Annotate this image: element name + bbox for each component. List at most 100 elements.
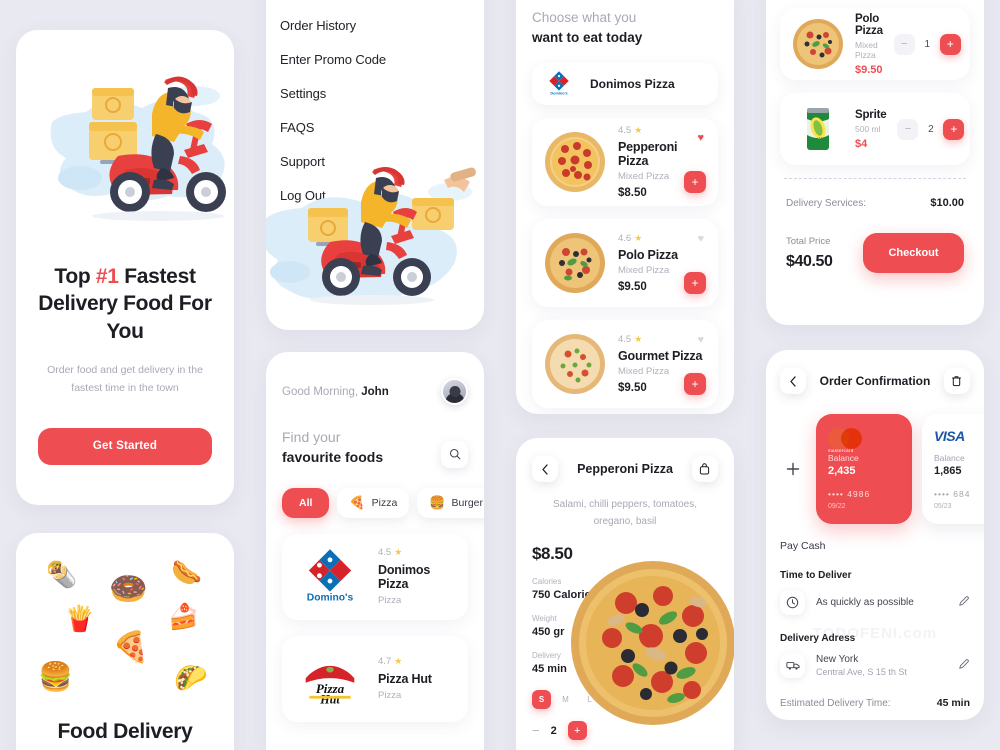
onboarding-card: Top #1 Fastest Delivery Food For You Ord…: [16, 30, 234, 505]
truck-icon: [785, 661, 800, 670]
chip-burger[interactable]: 🍔 Burger: [417, 487, 484, 518]
favourite-heart-icon[interactable]: ♥: [697, 132, 704, 144]
choose-line-2: want to eat today: [532, 29, 643, 45]
search-button[interactable]: [441, 440, 468, 468]
checkout-button[interactable]: Checkout: [863, 233, 964, 273]
increase-quantity-button[interactable]: +: [939, 33, 961, 55]
cart-card: Polo Pizza Mixed Pizza $9.50 − 1 + Sprit…: [766, 0, 984, 325]
polo-pizza-image: [544, 232, 606, 294]
time-to-deliver-row[interactable]: As quickly as possible: [780, 590, 970, 615]
add-card-button[interactable]: [780, 456, 806, 482]
cart-item-quantity: 2: [928, 123, 934, 135]
decrease-quantity-button[interactable]: −: [897, 118, 919, 140]
size-option-s[interactable]: S: [532, 690, 551, 709]
estimated-delivery-value: 45 min: [936, 697, 970, 709]
card-number: •••• 684: [934, 489, 984, 499]
delete-button[interactable]: [943, 368, 970, 394]
address-street: Central Ave, S 15 th St: [816, 667, 907, 677]
shopping-bag-icon: [700, 463, 710, 475]
chip-pizza[interactable]: 🍕 Pizza: [337, 487, 410, 518]
delivery-fee-value: $10.00: [930, 197, 964, 209]
menu-item-faqs[interactable]: FAQS: [280, 110, 470, 144]
cake-icon: 🍰: [168, 603, 200, 631]
favourite-heart-icon[interactable]: ♥: [697, 233, 704, 245]
pepperoni-pizza-image: [544, 131, 606, 193]
delivery-address-row[interactable]: New York Central Ave, S 15 th St: [780, 653, 970, 678]
side-menu-card: Order History Enter Promo Code Settings …: [266, 0, 484, 330]
chip-all[interactable]: All: [282, 487, 330, 518]
detail-header: Pepperoni Pizza: [532, 456, 718, 482]
confirmation-header: Order Confirmation: [780, 368, 970, 394]
bag-button[interactable]: [691, 456, 718, 482]
gourmet-pizza-image: [544, 333, 606, 395]
pizza-card-gourmet[interactable]: 4.5 ★ Gourmet Pizza Mixed Pizza $9.50 ♥ …: [532, 320, 718, 409]
cart-item-quantity: 1: [924, 38, 931, 50]
decrease-quantity-button[interactable]: −: [893, 33, 915, 55]
truck-icon-wrap: [780, 653, 805, 678]
pizza-card-pepperoni[interactable]: 4.5 ★ Pepperoni Pizza Mixed Pizza $8.50 …: [532, 118, 718, 207]
chip-pizza-label: Pizza: [371, 496, 398, 509]
rating: 4.5 ★: [378, 547, 454, 558]
svg-text:Domino's: Domino's: [550, 92, 567, 96]
get-started-button[interactable]: Get Started: [38, 427, 212, 465]
edit-address-button[interactable]: [958, 657, 970, 675]
menu-item-promo-code[interactable]: Enter Promo Code: [280, 42, 470, 76]
home-card: Good Morning, John Find your favourite f…: [266, 352, 484, 750]
brand-card: 🌯 🍩 🌭 🍟 🍰 🍕 🍔 🌮 Food Delivery Delivery A…: [16, 533, 234, 750]
chip-all-label: All: [299, 496, 313, 509]
confirmation-title: Order Confirmation: [819, 374, 931, 388]
avatar[interactable]: [441, 378, 468, 405]
cart-item-sprite[interactable]: Sprite Sprite 500 ml $4 − 2 +: [780, 93, 970, 165]
category-chips: All 🍕 Pizza 🍔 Burger 🍩 Donut: [282, 487, 484, 518]
payment-card-visa[interactable]: VISA Balance 1,865 •••• 684 05/23: [922, 414, 984, 524]
rating-value: 4.5: [618, 125, 632, 137]
menu-item-settings[interactable]: Settings: [280, 76, 470, 110]
quantity-decrease-button[interactable]: −: [532, 723, 540, 738]
pizza-icon: 🍕: [112, 631, 150, 664]
favourite-heart-icon[interactable]: ♥: [697, 334, 704, 346]
clock-icon-wrap: [780, 590, 805, 615]
pizza-card-polo[interactable]: 4.6 ★ Polo Pizza Mixed Pizza $9.50 ♥ +: [532, 219, 718, 308]
card-last4: 684: [953, 489, 971, 499]
increase-quantity-button[interactable]: +: [943, 118, 965, 140]
add-to-cart-button[interactable]: +: [684, 171, 706, 194]
detail-pizza-image: [568, 558, 734, 728]
pizzahut-logo: Pizza Hut: [296, 650, 364, 708]
scooter-illustration: [38, 48, 226, 263]
add-to-cart-button[interactable]: +: [684, 272, 706, 295]
search-line-1: Find your: [282, 429, 341, 445]
rating-value: 4.6: [618, 233, 632, 245]
pizza-name: Gourmet Pizza: [618, 349, 703, 364]
detail-description: Salami, chilli peppers, tomatoes, oregan…: [553, 499, 697, 527]
visa-wordmark: VISA: [934, 428, 965, 444]
restaurant-info: 4.5 ★ Donimos Pizza Pizza: [378, 547, 454, 606]
restaurant-name: Pizza Hut: [378, 672, 432, 687]
burger-icon: 🍔: [429, 494, 446, 510]
dominos-logo: Domino's: [296, 548, 364, 606]
rating: 4.7 ★: [378, 656, 432, 667]
cart-item-name: Polo Pizza: [855, 12, 883, 37]
plus-icon: [786, 462, 800, 476]
edit-time-button[interactable]: [958, 594, 970, 612]
add-to-cart-button[interactable]: +: [684, 373, 706, 396]
search-icon: [449, 449, 460, 460]
cart-item-name: Sprite: [855, 108, 887, 121]
sprite-can-image: Sprite: [792, 103, 844, 155]
restaurant-category: Pizza: [378, 690, 402, 702]
pay-cash-option[interactable]: Pay Cash: [780, 540, 970, 552]
back-button[interactable]: [532, 456, 558, 482]
pizza-price: $9.50: [618, 281, 647, 294]
title-hash: #1: [95, 265, 119, 288]
restaurant-row-dominos[interactable]: Domino's 4.5 ★ Donimos Pizza Pizza: [282, 533, 468, 620]
selected-brand-row[interactable]: Domino's Donimos Pizza: [532, 63, 718, 106]
payment-card-mastercard[interactable]: mastercard Balance 2,435 •••• 4986 09/22: [816, 414, 912, 524]
cart-item-polo-pizza[interactable]: Polo Pizza Mixed Pizza $9.50 − 1 +: [780, 8, 970, 80]
cart-item-info: Sprite 500 ml $4: [855, 108, 887, 150]
restaurant-row-pizzahut[interactable]: Pizza Hut 4.7 ★ Pizza Hut Pizza: [282, 635, 468, 722]
back-button[interactable]: [780, 368, 806, 394]
total-block: Total Price $40.50: [786, 236, 833, 271]
menu-item-order-history[interactable]: Order History: [280, 8, 470, 42]
star-icon: ★: [394, 547, 403, 558]
donut-icon: 🍩: [109, 571, 148, 606]
clock-icon: [786, 596, 799, 609]
